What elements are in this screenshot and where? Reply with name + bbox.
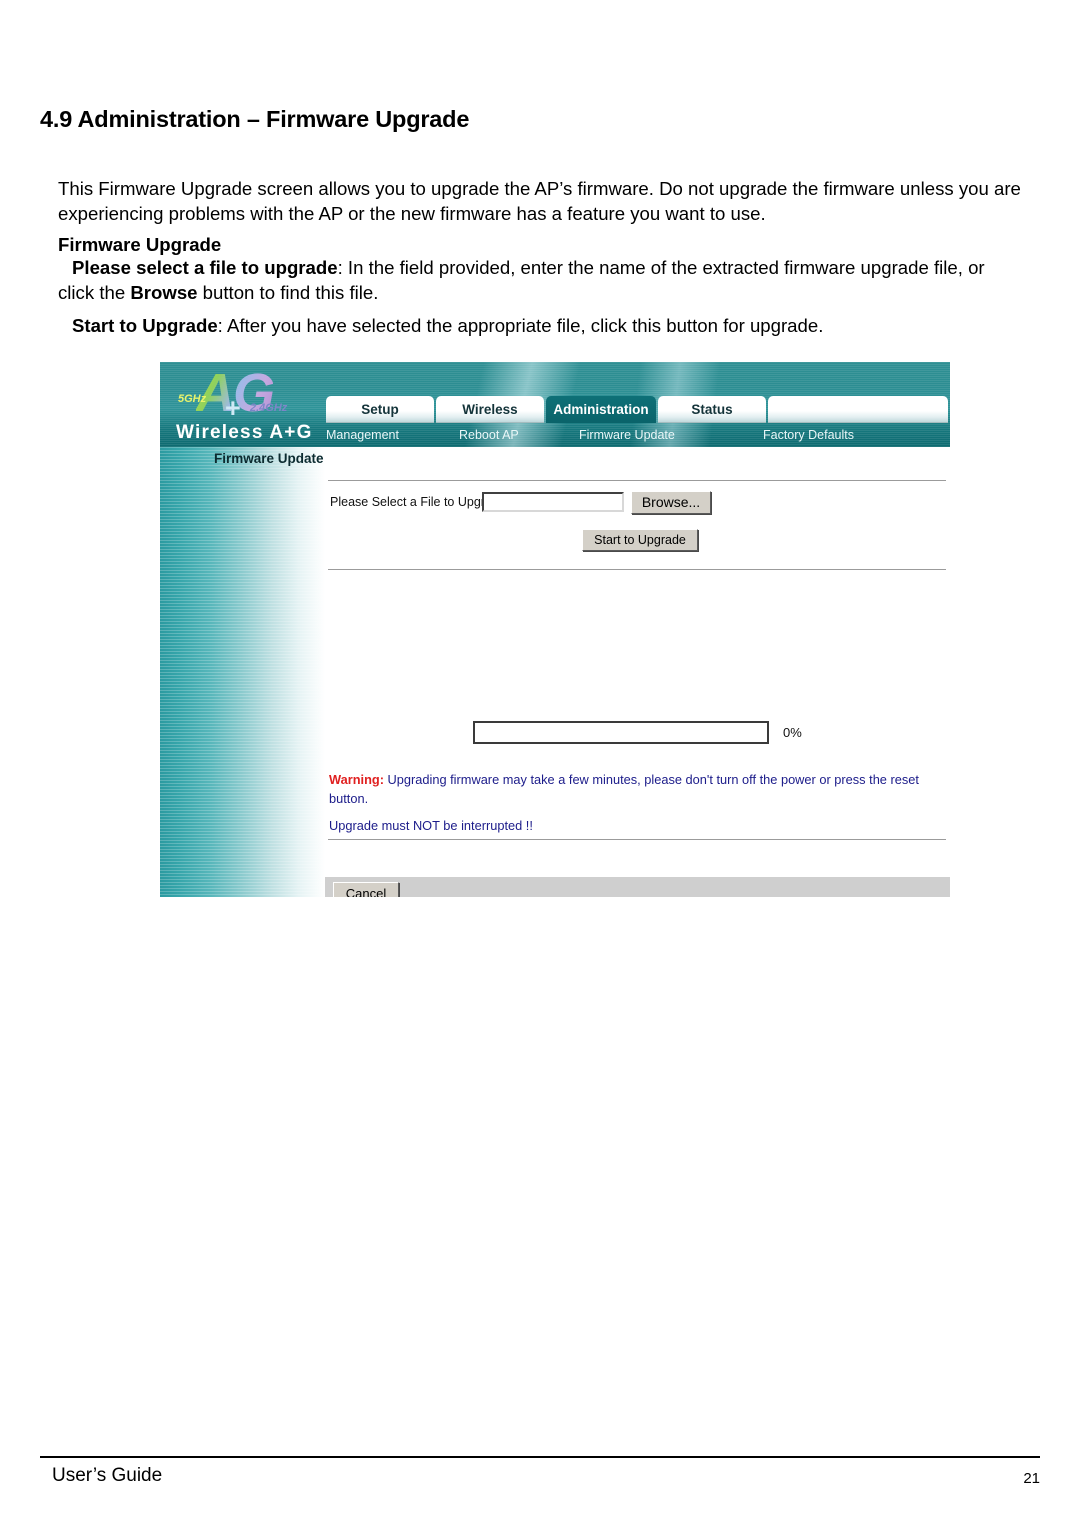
warning-line2-pre: Upgrade must	[329, 818, 413, 833]
footer-page-number: 21	[1023, 1470, 1040, 1487]
bullet-start-upgrade-rest: : After you have selected the appropriat…	[217, 315, 824, 336]
tab-wireless[interactable]: Wireless	[436, 396, 544, 423]
divider-top	[328, 480, 946, 481]
router-ui-screenshot: AG + 5GHz 2.4GHz Wireless A+G Setup Wire…	[160, 362, 950, 897]
divider-below-form	[328, 569, 946, 570]
tab-status[interactable]: Status	[658, 396, 766, 423]
page-title: 4.9 Administration – Firmware Upgrade	[40, 106, 470, 132]
warning-second-line: Upgrade must NOT be interrupted !!	[329, 818, 533, 833]
warning-line2-post: be interrupted !!	[439, 818, 533, 833]
intro-paragraph: This Firmware Upgrade screen allows you …	[58, 178, 1021, 224]
subnav-item-reboot-ap[interactable]: Reboot AP	[459, 423, 519, 447]
warning-body: Upgrading firmware may take a few minute…	[329, 772, 919, 806]
tab-administration[interactable]: Administration	[546, 396, 656, 423]
logo-band-24ghz-label: 2.4GHz	[250, 402, 288, 414]
progress-percent-label: 0%	[783, 725, 802, 740]
logo-band-5ghz-label: 5GHz	[178, 393, 207, 405]
bullet-start-upgrade-bold: Start to Upgrade	[72, 315, 218, 336]
logo-plus-icon: +	[225, 393, 241, 423]
footer-divider	[40, 1456, 1040, 1458]
subnav-item-firmware-update[interactable]: Firmware Update	[579, 423, 675, 447]
divider-above-bottombar	[328, 839, 946, 840]
start-to-upgrade-button[interactable]: Start to Upgrade	[582, 529, 698, 551]
file-path-input[interactable]	[482, 492, 624, 512]
brand-logo: AG + 5GHz 2.4GHz Wireless A+G	[172, 366, 327, 444]
warning-not-emphasis: NOT	[412, 818, 440, 833]
secondary-subnav: Management Reboot AP Firmware Update Fac…	[326, 423, 950, 447]
bullet-browse-bold: Browse	[130, 282, 198, 303]
upgrade-progress-row: 0%	[473, 721, 873, 745]
warning-message: Warning: Upgrading firmware may take a f…	[329, 770, 929, 808]
section-label-firmware-upgrade: Firmware Upgrade	[58, 234, 222, 255]
bottom-action-bar: Cancel	[325, 877, 950, 897]
sidebar-decoration	[160, 447, 325, 897]
router-ui-body: Firmware Update Please Select a File to …	[160, 447, 950, 897]
cancel-button[interactable]: Cancel	[333, 882, 399, 897]
primary-tabbar: Setup Wireless Administration Status	[326, 396, 950, 423]
router-content-area: Please Select a File to Upgrade: Browse.…	[325, 447, 950, 897]
bullet-start-upgrade: Start to Upgrade: After you have selecte…	[58, 313, 1022, 338]
footer-document-title: User’s Guide	[52, 1465, 163, 1486]
progress-bar	[473, 721, 769, 744]
subnav-item-management[interactable]: Management	[326, 423, 399, 447]
logo-wordmark: Wireless A+G	[176, 422, 313, 443]
bullet-select-file-bold: Please select a file to upgrade	[72, 257, 338, 278]
tab-filler	[768, 396, 948, 423]
sidebar-section-title: Firmware Update	[214, 451, 324, 466]
tab-setup[interactable]: Setup	[326, 396, 434, 423]
browse-button[interactable]: Browse...	[631, 491, 711, 514]
bullet-select-file-tail: button to find this file.	[197, 282, 379, 303]
bullet-select-file: Please select a file to upgrade: In the …	[58, 255, 1022, 305]
subnav-item-factory-defaults[interactable]: Factory Defaults	[763, 423, 854, 447]
warning-label: Warning:	[329, 772, 384, 787]
document-page: 4.9 Administration – Firmware Upgrade Th…	[0, 0, 1080, 1528]
